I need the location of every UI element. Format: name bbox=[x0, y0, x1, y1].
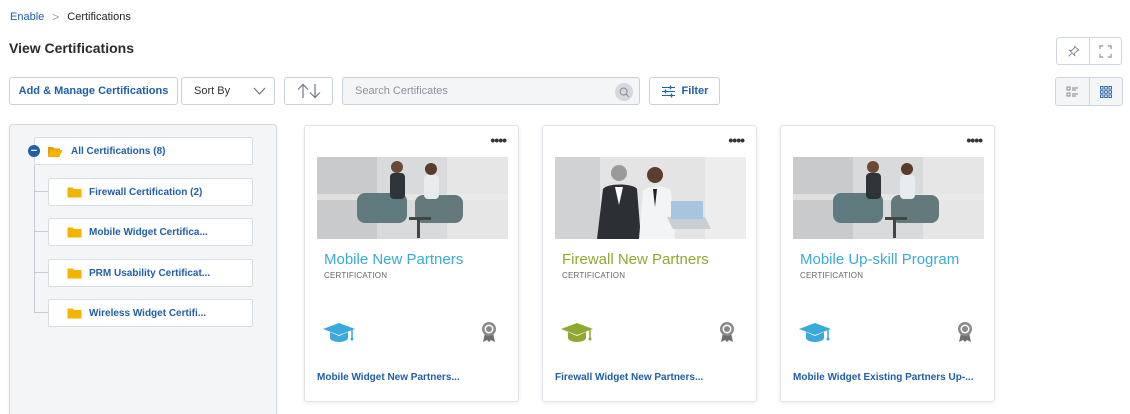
breadcrumb-current: Certifications bbox=[67, 11, 131, 23]
award-ribbon-icon bbox=[720, 322, 734, 342]
card-type: CERTIFICATION bbox=[324, 271, 388, 280]
page-tools bbox=[1056, 37, 1122, 65]
breadcrumb: Enable > Certifications bbox=[10, 10, 131, 24]
card-description: Mobile Widget New Partners... bbox=[317, 372, 460, 383]
fullscreen-button[interactable] bbox=[1089, 38, 1121, 64]
chevron-down-icon bbox=[253, 87, 266, 95]
card-title[interactable]: Firewall New Partners bbox=[562, 251, 709, 268]
more-dots-icon[interactable]: •••• bbox=[490, 133, 507, 147]
tree-item-all-certifications[interactable]: All Certifications (8) bbox=[34, 137, 253, 165]
filter-button[interactable]: Filter bbox=[649, 77, 720, 105]
add-manage-certifications-button[interactable]: Add & Manage Certifications bbox=[9, 77, 178, 105]
folder-icon bbox=[67, 227, 82, 238]
tree-connector bbox=[34, 272, 48, 273]
folder-icon bbox=[67, 268, 82, 279]
folder-icon bbox=[67, 187, 82, 198]
tree-item-label: Mobile Widget Certifica... bbox=[89, 226, 208, 238]
more-dots-icon[interactable]: •••• bbox=[728, 133, 745, 147]
tree-item-firewall-certification[interactable]: Firewall Certification (2) bbox=[48, 178, 253, 206]
graduation-cap-icon bbox=[323, 323, 355, 342]
card-title[interactable]: Mobile Up-skill Program bbox=[800, 251, 959, 268]
minus-circle-icon[interactable]: − bbox=[28, 145, 40, 157]
grid-view-icon bbox=[1100, 85, 1112, 98]
breadcrumb-link-enable[interactable]: Enable bbox=[10, 11, 44, 23]
card-description: Firewall Widget New Partners... bbox=[555, 372, 704, 383]
award-ribbon-icon bbox=[958, 322, 972, 342]
tree-item-label: Wireless Widget Certifi... bbox=[89, 307, 207, 319]
card-type: CERTIFICATION bbox=[800, 271, 864, 280]
sort-order-button[interactable] bbox=[284, 77, 333, 105]
sort-order-arrows-icon bbox=[297, 83, 320, 99]
tree-item-wireless-widget-certification[interactable]: Wireless Widget Certifi... bbox=[48, 299, 253, 327]
search-box bbox=[342, 77, 640, 105]
filter-sliders-icon bbox=[661, 85, 675, 97]
search-button[interactable] bbox=[615, 83, 633, 101]
graduation-cap-icon bbox=[799, 323, 831, 342]
search-input[interactable] bbox=[355, 85, 605, 97]
grid-view-button[interactable] bbox=[1089, 78, 1122, 105]
tree-item-label: Firewall Certification (2) bbox=[89, 186, 203, 198]
folder-open-icon bbox=[48, 146, 63, 157]
filter-label: Filter bbox=[681, 85, 709, 97]
pin-button[interactable] bbox=[1057, 38, 1089, 64]
tree-connector bbox=[34, 191, 48, 192]
card-thumbnail bbox=[317, 157, 508, 239]
search-icon bbox=[619, 87, 629, 97]
fullscreen-icon bbox=[1099, 44, 1112, 58]
certification-card[interactable]: •••• Mobile Up-skill Program CERTIFICATI… bbox=[780, 125, 995, 402]
card-description: Mobile Widget Existing Partners Up-... bbox=[793, 372, 974, 383]
tree-item-label: All Certifications (8) bbox=[71, 145, 166, 157]
list-view-icon bbox=[1066, 86, 1078, 96]
pin-icon bbox=[1067, 45, 1079, 57]
tree-item-prm-usability-certification[interactable]: PRM Usability Certificat... bbox=[48, 259, 253, 287]
tree-connector bbox=[34, 165, 35, 313]
certification-card[interactable]: •••• Mobile New Partners CERTIFICATION M… bbox=[304, 125, 519, 402]
award-ribbon-icon bbox=[482, 322, 496, 342]
sort-by-dropdown[interactable]: Sort By bbox=[181, 77, 275, 105]
tree-item-label: PRM Usability Certificat... bbox=[89, 267, 211, 279]
folder-icon bbox=[67, 308, 82, 319]
card-thumbnail bbox=[555, 157, 746, 239]
card-type: CERTIFICATION bbox=[562, 271, 626, 280]
card-thumbnail bbox=[793, 157, 984, 239]
more-dots-icon[interactable]: •••• bbox=[966, 133, 983, 147]
page-title: View Certifications bbox=[9, 40, 135, 56]
toolbar: Add & Manage Certifications Sort By Filt… bbox=[9, 77, 1123, 106]
tree-item-mobile-widget-certification[interactable]: Mobile Widget Certifica... bbox=[48, 218, 253, 246]
tree-connector bbox=[34, 312, 48, 313]
breadcrumb-separator: > bbox=[52, 10, 60, 24]
sort-by-label: Sort By bbox=[194, 85, 231, 97]
graduation-cap-icon bbox=[561, 323, 593, 342]
tree-connector bbox=[34, 231, 48, 232]
list-view-button[interactable] bbox=[1056, 78, 1089, 105]
certification-card[interactable]: •••• Firewall New Partners CERTIFICATION… bbox=[542, 125, 757, 402]
view-toggle bbox=[1055, 77, 1123, 106]
card-title[interactable]: Mobile New Partners bbox=[324, 251, 463, 268]
